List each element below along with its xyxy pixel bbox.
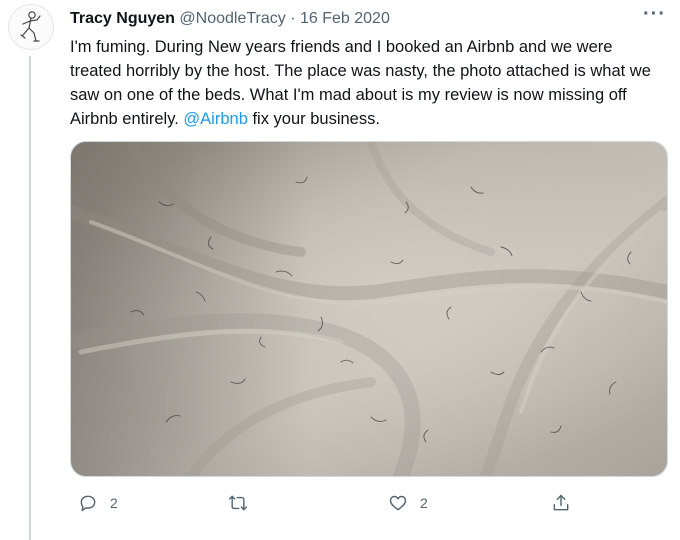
- reply-count: 2: [110, 495, 118, 511]
- tweet-text: I'm fuming. During New years friends and…: [70, 35, 666, 131]
- tweet-photo[interactable]: [70, 141, 668, 477]
- more-options-icon[interactable]: ···: [643, 4, 666, 24]
- thread-line: [29, 56, 31, 540]
- tweet-text-tail: fix your business.: [247, 110, 380, 128]
- author-name[interactable]: Tracy Nguyen: [70, 10, 175, 27]
- author-handle[interactable]: @NoodleTracy: [179, 10, 285, 27]
- reply-button[interactable]: 2: [78, 488, 118, 518]
- tweet-actions: 2 2: [70, 488, 590, 518]
- tweet-date[interactable]: 16 Feb 2020: [300, 10, 390, 27]
- heart-icon: [389, 495, 407, 511]
- header-separator: ·: [290, 10, 296, 27]
- bed-sheet-photo: [71, 142, 667, 476]
- retweet-button[interactable]: [228, 488, 260, 518]
- share-button[interactable]: [551, 488, 571, 518]
- mention-link[interactable]: @Airbnb: [183, 110, 247, 128]
- tweet-header: Tracy Nguyen @NoodleTracy · 16 Feb 2020: [70, 8, 664, 32]
- runner-sketch-icon: [20, 11, 41, 42]
- like-button[interactable]: 2: [388, 488, 428, 518]
- avatar[interactable]: [8, 4, 54, 50]
- like-count: 2: [420, 495, 428, 511]
- retweet-icon: [228, 495, 248, 511]
- reply-icon: [80, 495, 96, 512]
- share-icon: [553, 494, 569, 511]
